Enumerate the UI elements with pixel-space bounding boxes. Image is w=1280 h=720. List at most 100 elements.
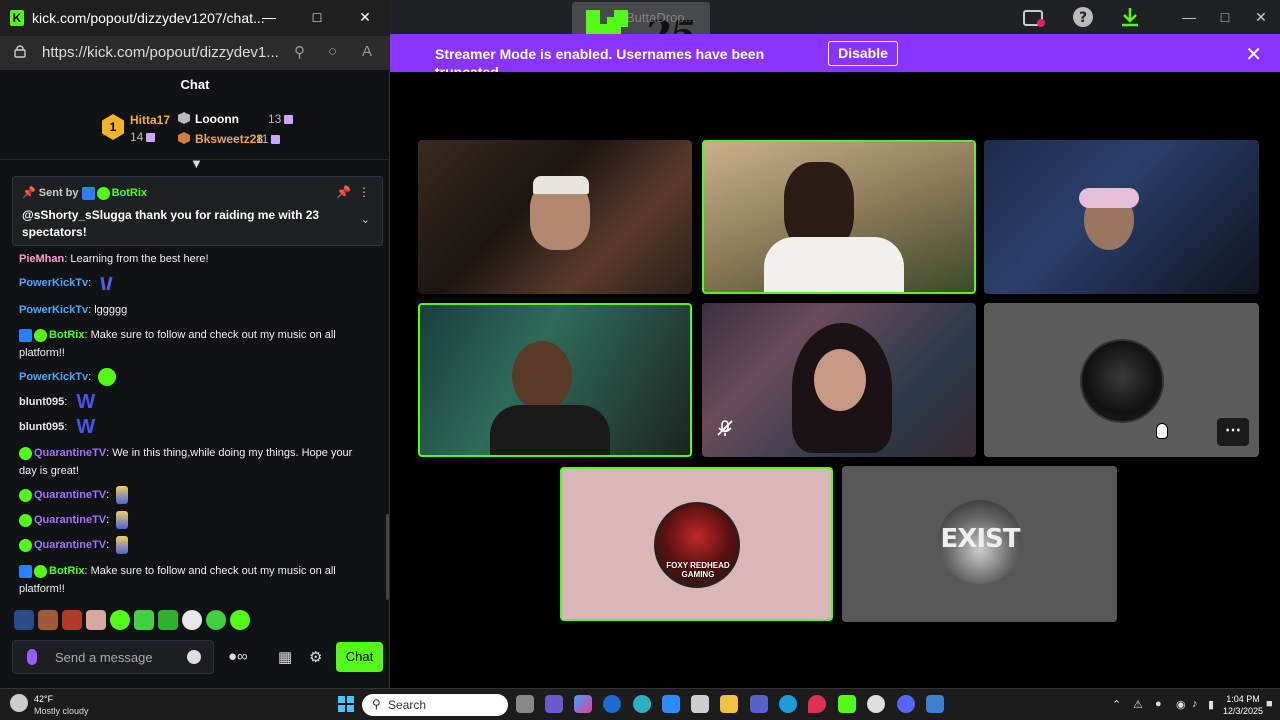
- tracking-prevention-icon[interactable]: ○: [328, 43, 337, 60]
- store-app-icon[interactable]: [691, 695, 709, 713]
- w-emote-icon: W: [76, 416, 96, 439]
- edge-browser-icon[interactable]: [779, 695, 797, 713]
- leaderboard-name-1[interactable]: Hitta17: [130, 113, 170, 127]
- chat-url-bar[interactable]: https://kick.com/popout/dizzydev1... ⚲ ○…: [0, 36, 390, 70]
- discord-icon[interactable]: [897, 695, 915, 713]
- chat-message: PieMhan: Learning from the best here!: [19, 253, 209, 265]
- verified-badge-icon: [34, 564, 47, 578]
- emote-icon[interactable]: [62, 610, 82, 630]
- maps-icon[interactable]: [808, 695, 826, 713]
- video-tile-foxy-redhead[interactable]: FOXY REDHEAD GAMING: [560, 467, 833, 621]
- chat-message-input[interactable]: Send a message: [12, 640, 214, 674]
- chat-maximize-button[interactable]: □: [302, 4, 332, 30]
- chevron-down-icon[interactable]: ⌄: [361, 213, 370, 226]
- chat-send-button[interactable]: Chat: [336, 642, 383, 672]
- teams-icon[interactable]: [750, 695, 768, 713]
- store-icon[interactable]: ▦: [278, 648, 292, 666]
- tray-mic-icon[interactable]: ●: [1155, 698, 1162, 710]
- notifications-icon[interactable]: ■: [1266, 698, 1273, 710]
- emote-icon[interactable]: [86, 610, 106, 630]
- rank-2-badge-icon: [178, 112, 190, 124]
- close-banner-icon[interactable]: ✕: [1245, 42, 1262, 67]
- leaderboard-name-2[interactable]: Looonn: [195, 112, 239, 126]
- disable-streamer-mode-button[interactable]: Disable: [828, 41, 898, 66]
- leaderboard-name-3[interactable]: Bksweetz28: [195, 132, 263, 146]
- tray-volume-icon[interactable]: ♪: [1192, 698, 1198, 710]
- pin-actions[interactable]: 📌 ⋮: [336, 185, 370, 199]
- chat-message: BotRix: Make sure to follow and check ou…: [19, 564, 336, 595]
- zoom-icon[interactable]: ⚲: [294, 43, 305, 61]
- record-icon[interactable]: [1022, 6, 1046, 30]
- file-explorer-icon[interactable]: [720, 695, 738, 713]
- chat-window-titlebar: K kick.com/popout/dizzydev1207/chat... —…: [0, 0, 390, 36]
- chat-input-row: Send a message ●∞ ▦ ⚙ Chat: [0, 638, 390, 678]
- emote-icon[interactable]: [158, 610, 178, 630]
- download-icon[interactable]: [1118, 6, 1142, 30]
- chat-message: PowerKickTv:: [19, 368, 369, 387]
- chat-scrollbar[interactable]: [386, 514, 389, 600]
- more-options-button[interactable]: ⋯: [1217, 418, 1249, 446]
- emote-icon[interactable]: [182, 610, 202, 630]
- taskbar-clock[interactable]: 1:04 PM 12/3/2025: [1223, 693, 1263, 717]
- gear-icon[interactable]: ⚙: [309, 648, 322, 666]
- tray-wifi-icon[interactable]: ◉: [1176, 698, 1186, 711]
- streamer-mode-banner: Streamer Mode is enabled. Usernames have…: [390, 34, 1280, 80]
- mic-muted-icon: [712, 419, 738, 445]
- video-tile-2[interactable]: [702, 140, 976, 294]
- emote-icon[interactable]: [14, 610, 34, 630]
- chat-close-button[interactable]: ✕: [350, 4, 380, 30]
- maximize-button[interactable]: □: [1210, 4, 1240, 30]
- video-tile-1[interactable]: [418, 140, 692, 294]
- zoom-app-icon[interactable]: [662, 695, 680, 713]
- chat-message-list: PieMhan: Learning from the best here! Po…: [0, 250, 384, 605]
- kick-app-icon[interactable]: [838, 695, 856, 713]
- emote-icon[interactable]: [206, 610, 226, 630]
- help-icon[interactable]: ?: [1071, 6, 1095, 30]
- emoji-icon[interactable]: [187, 650, 201, 664]
- video-tile-exist[interactable]: EXIST: [842, 466, 1117, 622]
- weather-temp: 42°F: [34, 694, 54, 704]
- app-icon[interactable]: [926, 695, 944, 713]
- task-view-icon[interactable]: [516, 695, 534, 713]
- leaderboard-count-3: 11: [256, 132, 281, 146]
- close-window-button[interactable]: ✕: [1246, 4, 1276, 30]
- widgets-icon[interactable]: [545, 695, 563, 713]
- emote-icon[interactable]: [230, 610, 250, 630]
- emote-icon[interactable]: [110, 610, 130, 630]
- emote-icon[interactable]: [38, 610, 58, 630]
- points-icon[interactable]: ●∞: [228, 648, 248, 665]
- chat-message: PowerKickTv:: [19, 274, 369, 292]
- read-aloud-icon[interactable]: A: [362, 43, 372, 60]
- video-tile-3[interactable]: [984, 140, 1259, 294]
- video-tile-5[interactable]: [702, 303, 976, 457]
- chat-message: QuarantineTV:: [19, 536, 369, 555]
- chat-message: BotRix: Make sure to follow and check ou…: [19, 328, 336, 359]
- video-tile-4[interactable]: [418, 303, 692, 457]
- gift-icon: [146, 133, 156, 143]
- peace-emote-icon: [100, 276, 113, 291]
- weather-icon: [10, 694, 28, 712]
- edge-icon[interactable]: [633, 695, 651, 713]
- tray-network-off-icon[interactable]: ⚠: [1133, 698, 1143, 711]
- chat-minimize-button[interactable]: —: [254, 4, 284, 30]
- gift-icon: [271, 135, 281, 145]
- video-tile-6[interactable]: ⋯: [984, 303, 1259, 457]
- mic-icon[interactable]: [27, 649, 37, 665]
- settings-icon[interactable]: [867, 695, 885, 713]
- tray-battery-icon[interactable]: ▮: [1208, 698, 1214, 711]
- copilot-icon[interactable]: [574, 695, 592, 713]
- gift-leaderboard: 1 Hitta17 14 Looonn 13 Bksweetz28 11 ▼: [0, 100, 390, 171]
- pinned-message: 📌 Sent by BotRix 📌 ⋮ @sShorty_sSlugga th…: [12, 176, 383, 246]
- chat-message: QuarantineTV:: [19, 511, 369, 530]
- minimize-button[interactable]: —: [1174, 4, 1204, 30]
- chat-popout-window: K kick.com/popout/dizzydev1207/chat... —…: [0, 0, 390, 688]
- start-button[interactable]: [338, 696, 354, 712]
- chat-window-title: kick.com/popout/dizzydev1207/chat...: [32, 10, 265, 26]
- emote-icon[interactable]: [134, 610, 154, 630]
- mouse-cursor-icon: [1156, 423, 1168, 439]
- hp-icon[interactable]: [603, 695, 621, 713]
- tray-chevron-up-icon[interactable]: ⌃: [1112, 698, 1121, 711]
- rank-1-badge-icon: 1: [102, 114, 124, 140]
- taskbar-search[interactable]: ⚲ Search: [362, 694, 508, 716]
- expand-leaderboard-icon[interactable]: ▼: [190, 156, 203, 171]
